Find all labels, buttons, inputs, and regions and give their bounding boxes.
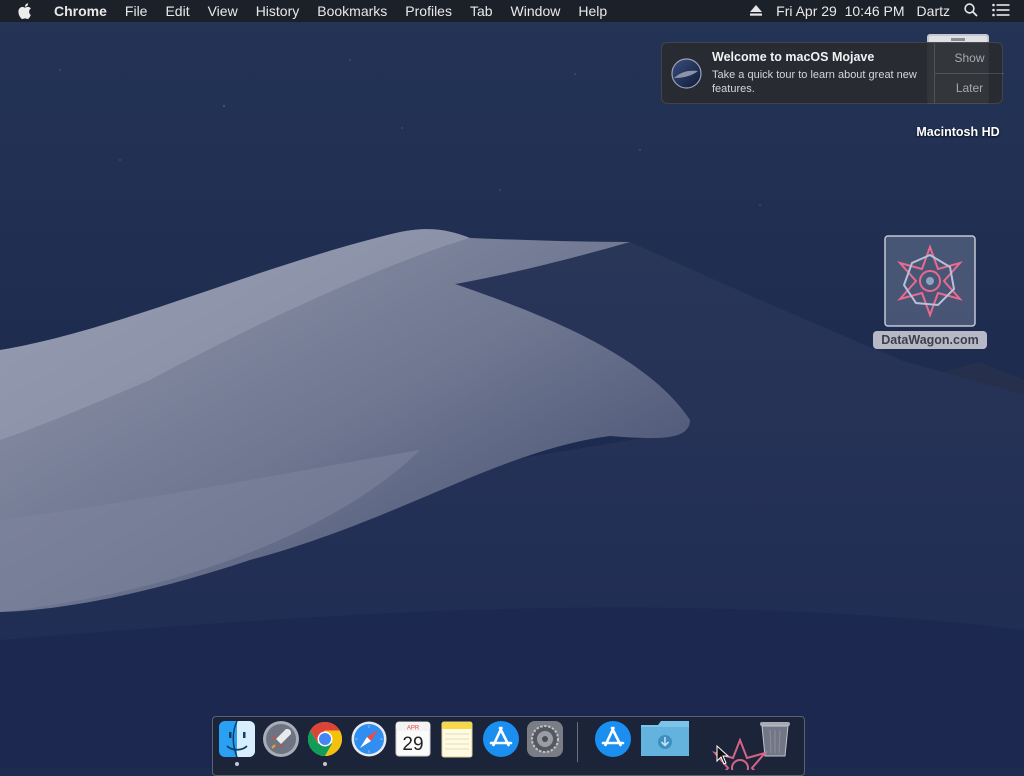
notification-body: Take a quick tour to learn about great n… [712, 69, 917, 95]
dragged-file-ghost [700, 738, 780, 770]
dock-downloads-folder-icon[interactable] [640, 720, 690, 758]
notification-later-button[interactable]: Later [935, 73, 1004, 103]
apple-menu-icon[interactable] [18, 2, 34, 20]
menu-view[interactable]: View [208, 3, 238, 19]
dock-finder-icon[interactable] [218, 720, 256, 758]
datawagon-file-label[interactable]: DataWagon.com [873, 331, 987, 349]
datawagon-file-icon[interactable] [884, 235, 976, 327]
notification-center-icon[interactable] [992, 3, 1010, 20]
dock-app-store-download-icon[interactable] [594, 720, 632, 758]
dock-calendar-icon[interactable]: APR 29 [394, 720, 432, 758]
menu-window[interactable]: Window [511, 3, 561, 19]
eject-icon[interactable] [750, 3, 763, 19]
calendar-day-text: 29 [402, 734, 423, 755]
mojave-icon [671, 58, 702, 89]
menu-clock[interactable]: Fri Apr 29 10:46 PM [776, 3, 904, 19]
menu-tab[interactable]: Tab [470, 3, 493, 19]
mouse-cursor-icon [716, 744, 730, 765]
menu-profiles[interactable]: Profiles [405, 3, 452, 19]
desktop-wallpaper [0, 0, 1024, 768]
notification-title: Welcome to macOS Mojave [712, 50, 875, 64]
macintosh-hd-label[interactable]: Macintosh HD [900, 125, 1016, 139]
notification-show-button[interactable]: Show [935, 43, 1004, 74]
dock-notes-icon[interactable] [438, 720, 476, 758]
menu-edit[interactable]: Edit [165, 3, 189, 19]
menu-bookmarks[interactable]: Bookmarks [317, 3, 387, 19]
menu-history[interactable]: History [256, 3, 300, 19]
dock-finder-running-indicator [235, 762, 239, 766]
dock-safari-icon[interactable] [350, 720, 388, 758]
dock-chrome-running-indicator [323, 762, 327, 766]
dock-launchpad-icon[interactable] [262, 720, 300, 758]
dock-system-preferences-icon[interactable] [526, 720, 564, 758]
menu-app-name[interactable]: Chrome [54, 3, 107, 19]
menu-help[interactable]: Help [578, 3, 607, 19]
menu-bar-status-area: Fri Apr 29 10:46 PM Dartz [750, 0, 1024, 22]
notification-banner[interactable]: Welcome to macOS Mojave Take a quick tou… [661, 42, 1004, 104]
menu-file[interactable]: File [125, 3, 148, 19]
menu-user-name[interactable]: Dartz [917, 3, 950, 19]
dock-app-store-icon[interactable] [482, 720, 520, 758]
dock-separator [577, 722, 578, 762]
notification-actions: Show Later [934, 43, 1004, 103]
dock-chrome-icon[interactable] [306, 720, 344, 758]
spotlight-search-icon[interactable] [964, 2, 978, 20]
menu-bar: Chrome File Edit View History Bookmarks … [0, 0, 1024, 22]
calendar-month-text: APR [407, 726, 420, 732]
